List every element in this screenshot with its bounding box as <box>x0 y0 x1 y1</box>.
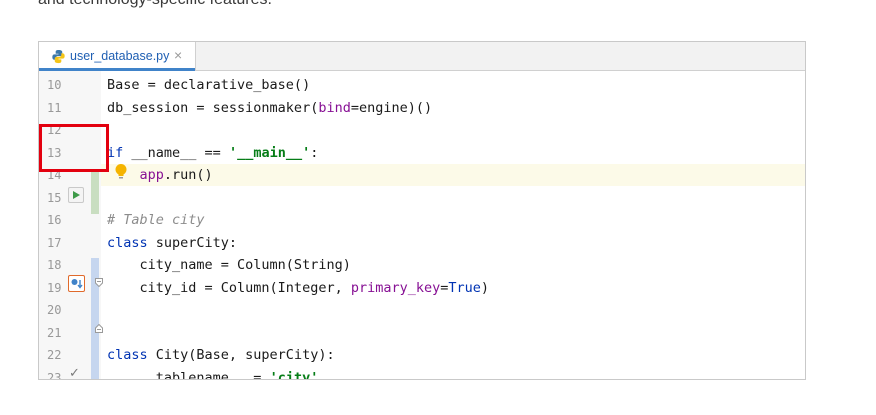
python-file-icon <box>52 49 65 64</box>
line-number: 22 <box>47 348 62 362</box>
code-token: '__main__' <box>228 144 311 161</box>
code-editor: user_database.py × 10 11 12 13 14 15 16 17 18 19 2… <box>38 41 806 380</box>
line-number: 18 <box>47 258 62 272</box>
code-token: db_session = sessionmaker( <box>107 99 319 116</box>
lightbulb-icon[interactable] <box>114 163 128 181</box>
overrides-icon[interactable] <box>68 275 85 292</box>
tab-user-database[interactable]: user_database.py × <box>39 42 196 71</box>
line-number: 20 <box>47 303 62 317</box>
editor-gutter: 10 11 12 13 14 15 16 17 18 19 20 21 22 23 ✓ <box>39 71 103 380</box>
code-text: class City(Base, superCity): <box>107 344 335 366</box>
code-text: city_id = Column(Integer, primary_key=Tr… <box>107 277 490 299</box>
code-line[interactable] <box>101 119 805 141</box>
line-number: 10 <box>47 78 62 92</box>
code-text: db_session = sessionmaker(bind=engine)() <box>107 97 432 119</box>
code-line[interactable]: class superCity: <box>101 232 805 254</box>
code-line[interactable]: city_id = Column(Integer, primary_key=Tr… <box>101 277 805 299</box>
code-line[interactable]: class City(Base, superCity): <box>101 344 805 366</box>
code-token: if <box>107 144 124 161</box>
code-token: # Table city <box>107 212 205 228</box>
intro-text: and technology-specific features. <box>38 0 272 9</box>
modified-lines-marker <box>91 258 99 379</box>
code-line[interactable]: if __name__ == '__main__': <box>101 142 805 164</box>
code-area[interactable]: Base = declarative_base() db_session = se… <box>101 71 805 379</box>
code-text: class superCity: <box>107 232 237 254</box>
code-line[interactable]: Base = declarative_base() <box>101 74 805 96</box>
code-token: superCity: <box>147 234 238 251</box>
code-text: if __name__ == '__main__': <box>107 142 318 164</box>
code-token: =engine)() <box>350 99 433 116</box>
code-token: Base = declarative_base() <box>107 77 311 93</box>
code-token: 'city' <box>269 369 319 380</box>
code-line[interactable] <box>101 299 805 321</box>
code-line[interactable] <box>101 187 805 209</box>
code-line[interactable]: __tablename__ = 'city' <box>101 367 805 380</box>
code-token: True <box>448 279 481 296</box>
code-token: : <box>310 144 319 161</box>
code-text: Base = declarative_base() <box>107 74 310 96</box>
code-text: __tablename__ = 'city' <box>107 367 319 380</box>
line-number: 21 <box>47 325 62 340</box>
code-token: city_id = Column(Integer, <box>107 279 351 296</box>
code-text: city_name = Column(String) <box>107 254 351 276</box>
code-token: .run() <box>163 167 213 183</box>
line-number: 17 <box>47 235 62 250</box>
added-lines-marker <box>91 170 99 214</box>
code-token: bind <box>318 99 351 116</box>
code-line[interactable]: db_session = sessionmaker(bind=engine)() <box>101 97 805 119</box>
code-line[interactable]: city_name = Column(String) <box>101 254 805 276</box>
line-number: 11 <box>47 100 62 115</box>
code-token: class <box>107 234 148 251</box>
highlight-annotation-box <box>39 124 109 172</box>
code-text: # Table city <box>107 209 205 231</box>
editor-tab-bar: user_database.py × <box>39 42 805 71</box>
line-number: 16 <box>47 213 62 227</box>
check-icon: ✓ <box>69 365 80 380</box>
code-token: city_name = Column(String) <box>107 257 351 273</box>
code-line[interactable] <box>101 322 805 344</box>
code-token: __name__ == <box>123 144 229 161</box>
code-token: ) <box>480 279 490 296</box>
code-token: City(Base, superCity): <box>147 347 335 363</box>
code-line[interactable]: # Table city <box>101 209 805 231</box>
tab-filename: user_database.py <box>70 49 170 63</box>
code-token: class <box>107 347 148 363</box>
code-line[interactable]: app.run() <box>101 164 805 186</box>
run-icon[interactable] <box>68 187 84 203</box>
close-tab-icon[interactable]: × <box>174 47 182 63</box>
code-token: __tablename__ = <box>107 369 270 380</box>
code-token: primary_key <box>350 279 441 296</box>
